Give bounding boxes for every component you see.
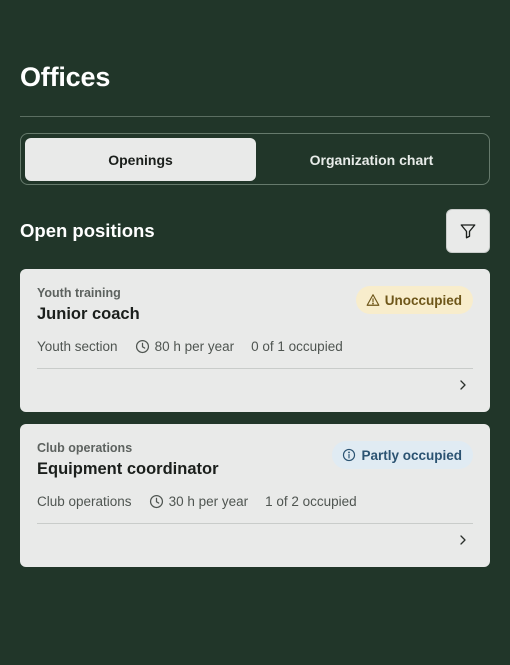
position-category: Youth training bbox=[37, 286, 121, 300]
tab-bar: Openings Organization chart bbox=[20, 133, 490, 185]
position-meta: Youth section 80 h per year 0 of 1 occup… bbox=[37, 339, 343, 354]
position-department: Youth section bbox=[37, 339, 118, 354]
card-divider bbox=[37, 368, 473, 369]
status-badge-label: Partly occupied bbox=[361, 447, 462, 463]
position-occupancy: 0 of 1 occupied bbox=[251, 339, 343, 354]
position-category: Club operations bbox=[37, 441, 133, 455]
position-department: Club operations bbox=[37, 494, 132, 509]
status-badge-label: Unoccupied bbox=[384, 292, 462, 308]
clock-icon bbox=[149, 494, 164, 509]
clock-icon bbox=[135, 339, 150, 354]
card-divider bbox=[37, 523, 473, 524]
position-title: Equipment coordinator bbox=[37, 460, 219, 478]
section-title: Open positions bbox=[20, 220, 155, 241]
status-badge: Partly occupied bbox=[332, 441, 473, 469]
title-divider bbox=[20, 116, 490, 117]
tab-openings[interactable]: Openings bbox=[25, 138, 256, 181]
warning-icon bbox=[366, 294, 380, 306]
filter-button[interactable] bbox=[446, 209, 490, 253]
position-hours: 30 h per year bbox=[168, 494, 249, 509]
status-badge: Unoccupied bbox=[355, 286, 473, 314]
position-meta: Club operations 30 h per year 1 of 2 occ… bbox=[37, 494, 357, 509]
chevron-right-icon[interactable] bbox=[455, 377, 471, 393]
info-icon bbox=[343, 448, 356, 462]
position-hours: 80 h per year bbox=[154, 339, 235, 354]
position-title: Junior coach bbox=[37, 305, 140, 323]
position-occupancy: 1 of 2 occupied bbox=[265, 494, 357, 509]
position-card-junior-coach[interactable]: Youth training Junior coach Unoccupied Y… bbox=[20, 269, 490, 412]
filter-icon bbox=[460, 224, 476, 239]
page-title: Offices bbox=[20, 62, 111, 92]
position-card-equipment-coordinator[interactable]: Club operations Equipment coordinator Pa… bbox=[20, 424, 490, 567]
chevron-right-icon[interactable] bbox=[455, 532, 471, 548]
tab-organization-chart[interactable]: Organization chart bbox=[256, 138, 487, 181]
